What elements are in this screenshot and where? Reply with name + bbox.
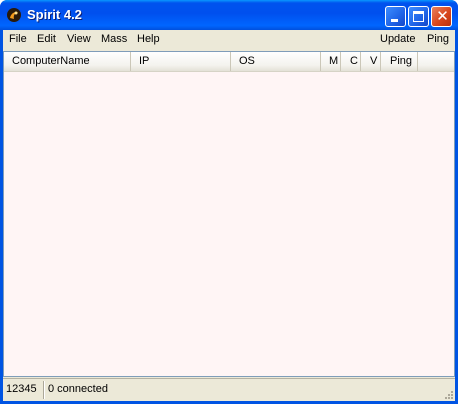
- client-area: File Edit View Mass Help Update Ping Com…: [3, 30, 455, 401]
- status-divider: [43, 381, 45, 399]
- column-ip[interactable]: IP: [131, 52, 231, 71]
- column-computername[interactable]: ComputerName: [4, 52, 131, 71]
- app-window: Spirit 4.2 ✕ File Edit View Mass Help Up…: [0, 0, 458, 404]
- title-bar[interactable]: Spirit 4.2 ✕: [0, 0, 458, 30]
- column-ping[interactable]: Ping: [381, 52, 418, 71]
- menu-view[interactable]: View: [67, 33, 91, 45]
- menu-help[interactable]: Help: [137, 33, 160, 45]
- minimize-button[interactable]: [385, 6, 406, 27]
- spirit-app-icon[interactable]: [6, 7, 22, 23]
- column-m[interactable]: M: [321, 52, 341, 71]
- column-os[interactable]: OS: [231, 52, 321, 71]
- menu-mass[interactable]: Mass: [101, 33, 127, 45]
- window-title: Spirit 4.2: [27, 7, 82, 22]
- list-rows[interactable]: [4, 73, 454, 376]
- close-button[interactable]: ✕: [431, 6, 452, 27]
- resize-grip-icon[interactable]: [442, 388, 454, 400]
- maximize-icon: [413, 11, 424, 22]
- menu-bar: File Edit View Mass Help Update Ping: [3, 30, 455, 50]
- status-port: 12345: [6, 383, 37, 395]
- minimize-icon: [391, 19, 398, 22]
- menu-ping[interactable]: Ping: [427, 33, 449, 45]
- menu-file[interactable]: File: [9, 33, 27, 45]
- status-connections: 0 connected: [48, 383, 108, 395]
- menu-edit[interactable]: Edit: [37, 33, 56, 45]
- maximize-button[interactable]: [408, 6, 429, 27]
- column-v[interactable]: V: [361, 52, 381, 71]
- close-icon: ✕: [436, 7, 449, 25]
- menu-update[interactable]: Update: [380, 33, 415, 45]
- computer-list[interactable]: ComputerName IP OS M C V Ping: [3, 51, 455, 377]
- column-c[interactable]: C: [341, 52, 361, 71]
- list-header: ComputerName IP OS M C V Ping: [4, 52, 454, 72]
- status-bar: 12345 0 connected: [3, 378, 455, 401]
